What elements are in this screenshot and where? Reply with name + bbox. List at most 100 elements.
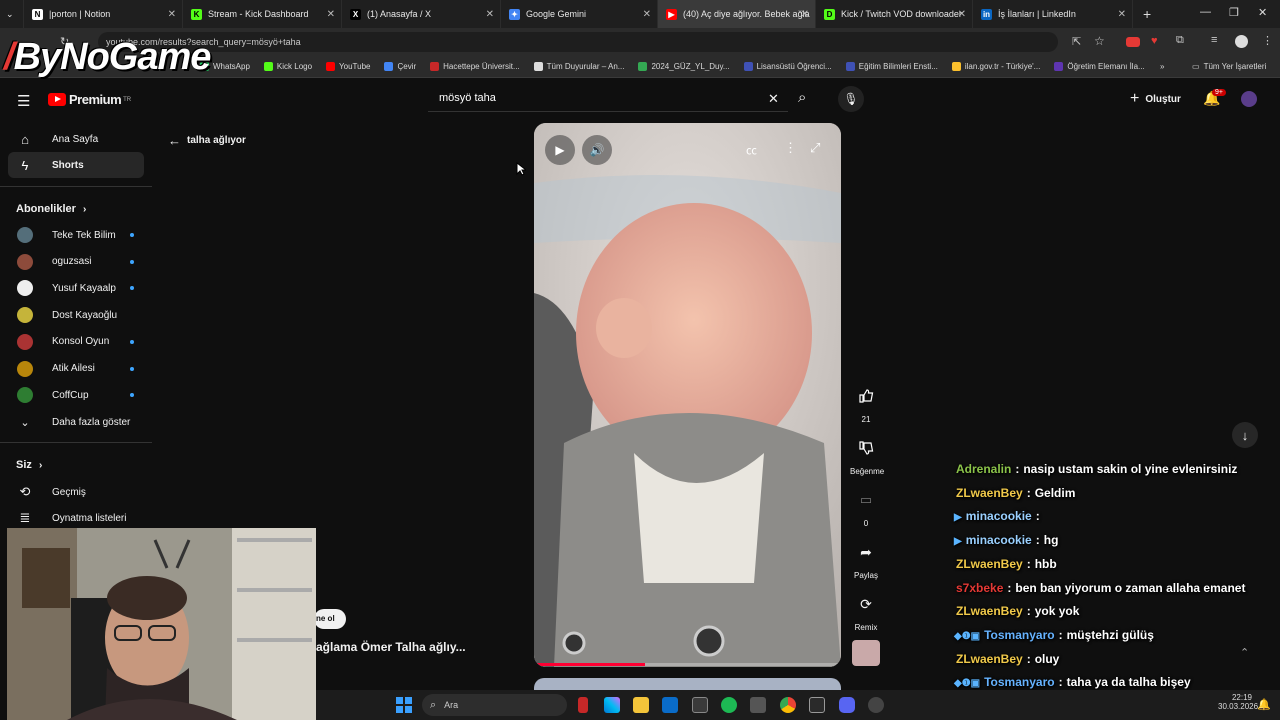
discord-icon[interactable] (839, 697, 855, 713)
bookmark-item[interactable]: Tüm Duyurular – An... (533, 62, 624, 71)
sidebar-item-shorts[interactable]: ϟ Shorts (8, 152, 144, 178)
app-icon[interactable] (750, 697, 766, 713)
tab-search-menu[interactable]: ⌄ (0, 0, 24, 28)
puzzle-icon[interactable]: ⧉ (1176, 34, 1184, 47)
app-icon[interactable] (578, 697, 588, 713)
chat-text: ben ban yiyorum o zaman allaha emanet (1015, 580, 1246, 595)
bookmark-item[interactable]: Öğretim Elemanı İla... (1054, 62, 1145, 71)
browser-tab[interactable]: X (1) Anasayfa / X ✕ (342, 0, 501, 28)
bookmark-item[interactable]: Eğitim Bilimleri Ensti... (845, 62, 938, 71)
chat-username: minacookie (965, 509, 1032, 524)
subscription-item[interactable]: Teke Tek Bilim (8, 222, 144, 248)
taskbar-search[interactable]: ⌕ Ara (422, 694, 567, 716)
voice-search-icon[interactable]: 🎙 (838, 86, 864, 112)
maximize-icon[interactable]: ❐ (1229, 6, 1239, 19)
youtube-logo[interactable]: Premium TR (48, 92, 131, 107)
subscriptions-header[interactable]: Abonelikler › (16, 203, 86, 215)
tab-close-icon[interactable]: ✕ (801, 9, 809, 20)
profile-avatar[interactable] (1235, 35, 1248, 48)
more-options-icon[interactable]: ⋮ (784, 140, 797, 156)
tab-close-icon[interactable]: ✕ (327, 9, 335, 20)
browser-tab[interactable]: ✦ Google Gemini ✕ (501, 0, 658, 28)
chrome-icon[interactable] (780, 697, 796, 713)
copilot-icon[interactable] (604, 697, 620, 713)
notification-center-icon[interactable]: 🔔 (1257, 698, 1271, 711)
browser-tab[interactable]: K Stream - Kick Dashboard ✕ (183, 0, 342, 28)
chat-username: ZLwaenBey (956, 485, 1023, 500)
share-button[interactable]: ➦ Paylaş (850, 536, 882, 581)
volume-button[interactable]: 🔊 (582, 135, 612, 165)
new-tab-button[interactable]: + (1143, 6, 1151, 22)
browser-tab[interactable]: D Kick / Twitch VOD downloader ✕ (816, 0, 973, 28)
short-video-player[interactable]: ▶ 🔊 ㏄ ⋮ ⤢ (534, 123, 841, 667)
subscription-item[interactable]: Konsol Oyun (8, 329, 144, 355)
short-title[interactable]: ağlama Ömer Talha ağlıy... (316, 640, 466, 654)
browser-tab[interactable]: ▶ (40) Aç diye ağlıyor. Bebek ağla ✕ (658, 0, 816, 28)
windows-start-icon[interactable] (396, 697, 412, 713)
install-app-icon[interactable]: ⇱ (1072, 35, 1081, 48)
like-button[interactable]: 21 (850, 380, 882, 424)
all-bookmarks-folder[interactable]: ▭ Tüm Yer İşaretleri (1192, 62, 1266, 71)
tab-close-icon[interactable]: ✕ (643, 9, 651, 20)
app-icon[interactable] (868, 697, 884, 713)
progress-track[interactable] (534, 663, 841, 666)
show-more-button[interactable]: ⌄ Daha fazla göster (8, 409, 144, 435)
taskbar-clock[interactable]: 22:19 30.03.2026 (1218, 693, 1258, 711)
chat-separator: : (1015, 462, 1020, 476)
create-button[interactable]: + Oluştur (1130, 90, 1181, 108)
tab-close-icon[interactable]: ✕ (1118, 9, 1126, 20)
hamburger-menu-icon[interactable]: ☰ (17, 92, 30, 110)
more-bookmarks-button[interactable]: » (1160, 62, 1164, 71)
next-short-button[interactable]: ↓ (1232, 422, 1258, 448)
subscription-item[interactable]: oguzsasi (8, 249, 144, 275)
play-button[interactable]: ▶ (545, 135, 575, 165)
extension-icon[interactable]: ♥ (1151, 35, 1158, 47)
subscription-item[interactable]: Yusuf Kayaalp (8, 275, 144, 301)
close-window-icon[interactable]: ✕ (1258, 6, 1267, 19)
file-explorer-icon[interactable] (633, 697, 649, 713)
search-input[interactable]: mösyö taha (428, 86, 788, 112)
next-short-preview[interactable] (534, 678, 841, 690)
sidebar-item-history[interactable]: ⟲ Geçmiş (8, 479, 144, 505)
bookmark-star-icon[interactable]: ☆ (1094, 34, 1105, 48)
fullscreen-icon[interactable]: ⤢ (810, 140, 820, 156)
dislike-button[interactable]: Beğenme (850, 432, 884, 476)
bookmark-item[interactable]: Çevir (384, 62, 416, 71)
sound-thumbnail[interactable] (852, 640, 880, 666)
subscription-item[interactable]: Atik Ailesi (8, 356, 144, 382)
outlook-icon[interactable] (662, 697, 678, 713)
back-link[interactable]: ← talha ağlıyor (168, 133, 246, 148)
subscription-item[interactable]: Dost Kayaoğlu (8, 302, 144, 328)
subscription-item[interactable]: CoffCup (8, 382, 144, 408)
store-icon[interactable] (692, 697, 708, 713)
bookmark-item[interactable]: ilan.gov.tr - Türkiye'... (951, 62, 1040, 71)
reading-list-icon[interactable]: ≡ (1211, 34, 1217, 46)
bookmark-item[interactable]: Hacettepe Üniversit... (430, 62, 520, 71)
bookmark-item[interactable]: 2024_GÜZ_YL_Duy... (638, 62, 730, 71)
tab-close-icon[interactable]: ✕ (486, 9, 494, 20)
search-icon[interactable]: ⌕ (798, 89, 806, 106)
sidebar-item-home[interactable]: ⌂ Ana Sayfa (8, 126, 144, 152)
clear-search-icon[interactable]: ✕ (768, 91, 779, 107)
address-bar[interactable]: youtube.com/results?search_query=mösyö+t… (98, 32, 1058, 52)
epic-games-icon[interactable] (809, 697, 825, 713)
browser-tab[interactable]: N |porton | Notion ✕ (24, 0, 183, 28)
minimize-icon[interactable]: — (1200, 6, 1211, 18)
tab-close-icon[interactable]: ✕ (168, 9, 176, 20)
adblock-extension-icon[interactable] (1126, 37, 1140, 47)
chevron-up-icon[interactable]: ⌃ (1240, 646, 1249, 659)
comments-button[interactable]: ▭ 0 (850, 484, 882, 528)
remix-button[interactable]: ⟳ Remix (850, 588, 882, 633)
bookmark-item[interactable]: Kick Logo (263, 62, 312, 71)
bookmark-item[interactable]: Lisansüstü Öğrenci... (743, 62, 832, 71)
spotify-icon[interactable] (721, 697, 737, 713)
you-header[interactable]: Siz › (16, 459, 42, 471)
account-avatar[interactable] (1241, 91, 1257, 107)
captions-icon[interactable]: ㏄ (746, 142, 757, 158)
browser-menu-icon[interactable]: ⋮ (1262, 34, 1273, 47)
browser-tab[interactable]: in İş İlanları | LinkedIn ✕ (973, 0, 1133, 28)
chat-message: s7xbeke: ben ban yiyorum o zaman allaha e… (956, 581, 1245, 595)
bookmark-item[interactable]: YouTube (326, 62, 370, 71)
subscribe-button[interactable]: ne ol (314, 609, 346, 629)
tab-close-icon[interactable]: ✕ (958, 9, 966, 20)
